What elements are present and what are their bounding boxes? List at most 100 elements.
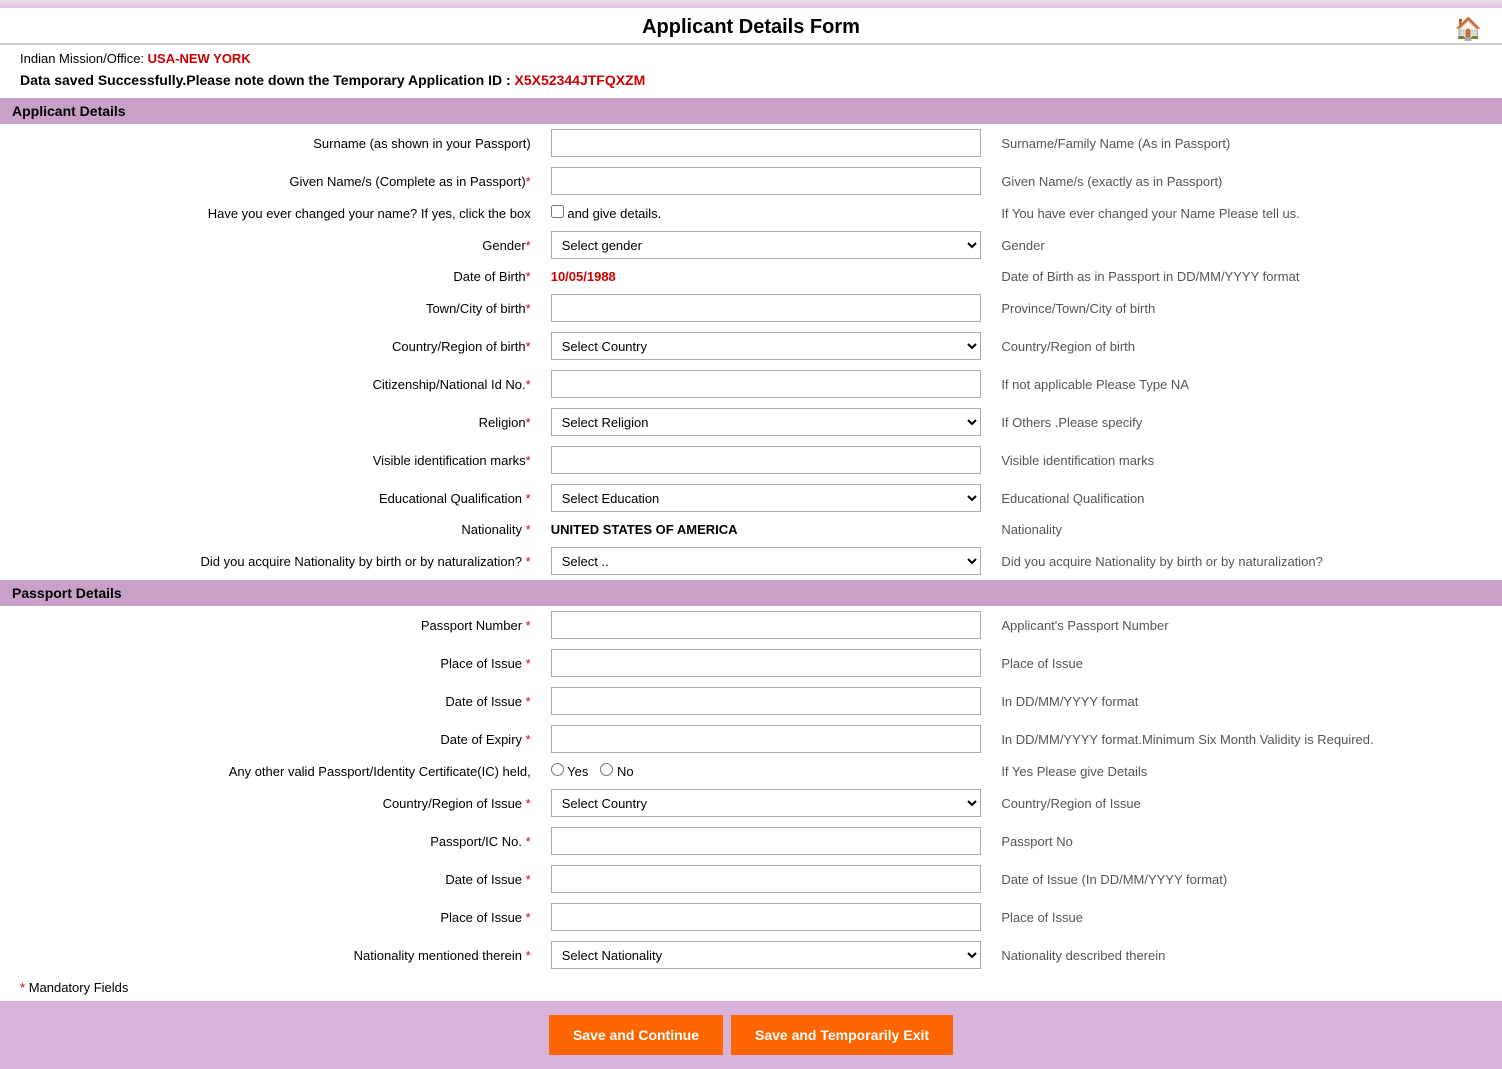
- mission-label: Indian Mission/Office:: [20, 51, 144, 66]
- passport-ic-row: Passport/IC No. * Passport No: [0, 822, 1502, 860]
- given-name-label: Given Name/s (Complete as in Passport)*: [0, 162, 541, 200]
- country-birth-hint: Country/Region of birth: [991, 327, 1502, 365]
- country-issue-label: Country/Region of Issue *: [0, 784, 541, 822]
- place-of-issue-input[interactable]: [551, 649, 982, 677]
- name-change-checkbox[interactable]: [551, 205, 564, 218]
- name-change-hint: If You have ever changed your Name Pleas…: [991, 200, 1502, 226]
- name-change-suffix: and give details.: [567, 206, 661, 221]
- dob-row: Date of Birth* 10/05/1988 Date of Birth …: [0, 264, 1502, 289]
- country-issue-row: Country/Region of Issue * Select Country…: [0, 784, 1502, 822]
- education-hint: Educational Qualification: [991, 479, 1502, 517]
- surname-input[interactable]: [551, 129, 982, 157]
- country-issue-select[interactable]: Select Country USA India UK Others: [551, 789, 982, 817]
- other-passport-radio-group: Yes No: [551, 763, 982, 779]
- other-passport-yes-radio[interactable]: [551, 763, 564, 776]
- other-passport-no-radio[interactable]: [600, 763, 613, 776]
- citizenship-label: Citizenship/National Id No.*: [0, 365, 541, 403]
- place-of-issue2-row: Place of Issue * Place of Issue: [0, 898, 1502, 936]
- footer-buttons: Save and Continue Save and Temporarily E…: [0, 1001, 1502, 1069]
- citizenship-input[interactable]: [551, 370, 982, 398]
- nationality-hint: Nationality: [991, 517, 1502, 542]
- place-of-issue2-input[interactable]: [551, 903, 982, 931]
- given-name-input[interactable]: [551, 167, 982, 195]
- date-of-issue-input[interactable]: [551, 687, 982, 715]
- page-wrapper: Applicant Details Form 🏠 Indian Mission/…: [0, 0, 1502, 1069]
- nationality-row: Nationality * UNITED STATES OF AMERICA N…: [0, 517, 1502, 542]
- religion-label: Religion*: [0, 403, 541, 441]
- dob-label: Date of Birth*: [0, 264, 541, 289]
- nationality-therein-row: Nationality mentioned therein * Select N…: [0, 936, 1502, 974]
- save-continue-button[interactable]: Save and Continue: [549, 1015, 723, 1055]
- passport-details-header: Passport Details: [0, 580, 1502, 606]
- surname-hint: Surname/Family Name (As in Passport): [991, 124, 1502, 162]
- surname-label: Surname (as shown in your Passport): [0, 124, 541, 162]
- mandatory-note: * Mandatory Fields: [0, 974, 1502, 1001]
- country-birth-label: Country/Region of birth*: [0, 327, 541, 365]
- education-label: Educational Qualification *: [0, 479, 541, 517]
- religion-hint: If Others .Please specify: [991, 403, 1502, 441]
- page-title: Applicant Details Form: [40, 16, 1462, 39]
- mission-line: Indian Mission/Office: USA-NEW YORK: [20, 51, 1482, 66]
- passport-number-row: Passport Number * Applicant's Passport N…: [0, 606, 1502, 644]
- save-exit-button[interactable]: Save and Temporarily Exit: [731, 1015, 953, 1055]
- mission-value: USA-NEW YORK: [148, 51, 251, 66]
- other-passport-no-label[interactable]: No: [600, 763, 633, 779]
- application-id: X5X52344JTFQXZM: [515, 72, 646, 88]
- header: Applicant Details Form 🏠: [0, 8, 1502, 45]
- education-select[interactable]: Select Education Below Matriculation Mat…: [551, 484, 982, 512]
- passport-details-table: Passport Number * Applicant's Passport N…: [0, 606, 1502, 974]
- nationality-therein-select[interactable]: Select Nationality American Indian Briti…: [551, 941, 982, 969]
- date-of-expiry-input[interactable]: [551, 725, 982, 753]
- country-birth-select[interactable]: Select Country USA India UK Others: [551, 332, 982, 360]
- education-row: Educational Qualification * Select Educa…: [0, 479, 1502, 517]
- date-of-issue-hint: In DD/MM/YYYY format: [991, 682, 1502, 720]
- nationality-label: Nationality *: [0, 517, 541, 542]
- home-icon[interactable]: 🏠: [1455, 16, 1482, 42]
- nationality-acq-row: Did you acquire Nationality by birth or …: [0, 542, 1502, 580]
- top-nav-bar: [0, 0, 1502, 8]
- other-passport-row: Any other valid Passport/Identity Certif…: [0, 758, 1502, 784]
- visible-marks-input[interactable]: [551, 446, 982, 474]
- date-of-issue2-hint: Date of Issue (In DD/MM/YYYY format): [991, 860, 1502, 898]
- other-passport-hint: If Yes Please give Details: [991, 758, 1502, 784]
- passport-number-input[interactable]: [551, 611, 982, 639]
- given-name-hint: Given Name/s (exactly as in Passport): [991, 162, 1502, 200]
- place-of-issue-hint: Place of Issue: [991, 644, 1502, 682]
- name-change-row: Have you ever changed your name? If yes,…: [0, 200, 1502, 226]
- country-issue-hint: Country/Region of Issue: [991, 784, 1502, 822]
- place-of-issue2-hint: Place of Issue: [991, 898, 1502, 936]
- place-of-issue-label: Place of Issue *: [0, 644, 541, 682]
- mandatory-text: Mandatory Fields: [29, 980, 129, 995]
- date-of-issue2-input[interactable]: [551, 865, 982, 893]
- citizenship-hint: If not applicable Please Type NA: [991, 365, 1502, 403]
- town-input[interactable]: [551, 294, 982, 322]
- other-passport-yes-label[interactable]: Yes: [551, 763, 589, 779]
- citizenship-row: Citizenship/National Id No.* If not appl…: [0, 365, 1502, 403]
- success-message: Data saved Successfully.Please note down…: [20, 72, 1482, 88]
- name-change-checkbox-cell: and give details.: [541, 200, 992, 226]
- given-name-row: Given Name/s (Complete as in Passport)* …: [0, 162, 1502, 200]
- nationality-acq-select[interactable]: Select .. By Birth By Naturalization: [551, 547, 982, 575]
- visible-marks-label: Visible identification marks*: [0, 441, 541, 479]
- nationality-value: UNITED STATES OF AMERICA: [551, 522, 738, 537]
- religion-row: Religion* Select Religion Hindu Muslim C…: [0, 403, 1502, 441]
- date-of-expiry-hint: In DD/MM/YYYY format.Minimum Six Month V…: [991, 720, 1502, 758]
- gender-label: Gender*: [0, 226, 541, 264]
- place-of-issue-row: Place of Issue * Place of Issue: [0, 644, 1502, 682]
- nationality-therein-label: Nationality mentioned therein *: [0, 936, 541, 974]
- date-of-issue2-row: Date of Issue * Date of Issue (In DD/MM/…: [0, 860, 1502, 898]
- other-passport-radio-cell: Yes No: [541, 758, 992, 784]
- dob-hint: Date of Birth as in Passport in DD/MM/YY…: [991, 264, 1502, 289]
- gender-row: Gender* Select gender Male Female Other …: [0, 226, 1502, 264]
- religion-select[interactable]: Select Religion Hindu Muslim Christian S…: [551, 408, 982, 436]
- nationality-therein-hint: Nationality described therein: [991, 936, 1502, 974]
- visible-marks-row: Visible identification marks* Visible id…: [0, 441, 1502, 479]
- passport-ic-input[interactable]: [551, 827, 982, 855]
- date-of-expiry-label: Date of Expiry *: [0, 720, 541, 758]
- applicant-details-header: Applicant Details: [0, 98, 1502, 124]
- passport-ic-label: Passport/IC No. *: [0, 822, 541, 860]
- other-passport-label: Any other valid Passport/Identity Certif…: [0, 758, 541, 784]
- gender-select[interactable]: Select gender Male Female Other: [551, 231, 982, 259]
- gender-hint: Gender: [991, 226, 1502, 264]
- nationality-acq-hint: Did you acquire Nationality by birth or …: [991, 542, 1502, 580]
